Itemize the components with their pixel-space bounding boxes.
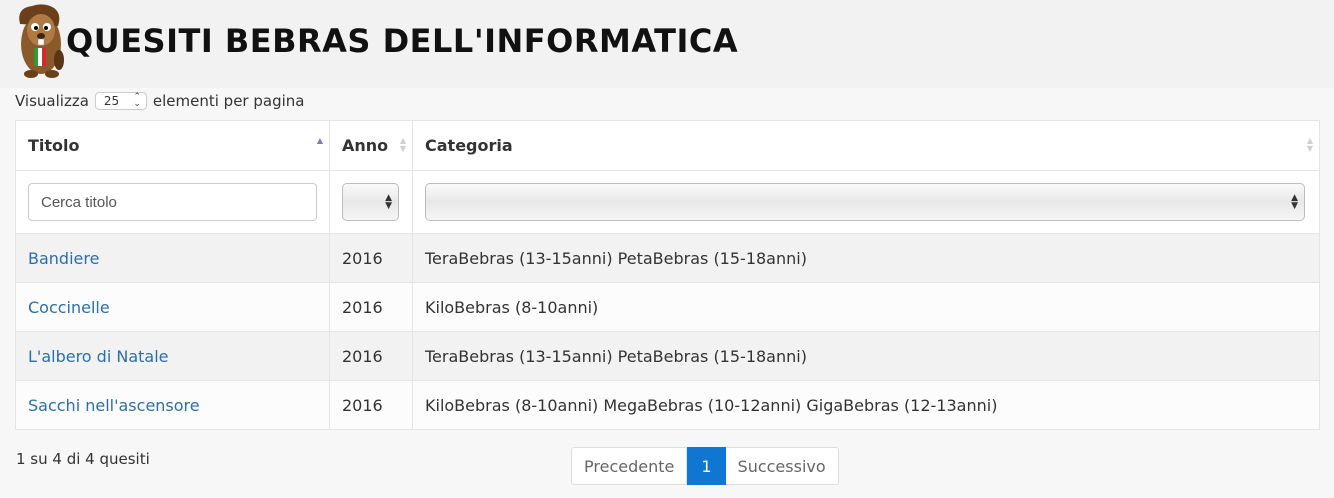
year-cell: 2016	[329, 233, 413, 283]
table-row: Bandiere 2016 TeraBebras (13-15anni) Pet…	[15, 233, 1320, 283]
year-cell: 2016	[329, 331, 413, 381]
page-1-button[interactable]: 1	[687, 447, 726, 485]
category-cell: TeraBebras (13-15anni) PetaBebras (15-18…	[412, 233, 1320, 283]
table-row: Sacchi nell'ascensore 2016 KiloBebras (8…	[15, 380, 1320, 430]
previous-page-button[interactable]: Precedente	[571, 447, 688, 485]
title-search-placeholder: Cerca titolo	[41, 193, 117, 211]
page-length-control: Visualizza 25 ⌃ ⌄ elementi per pagina	[15, 90, 304, 112]
updown-arrows-icon: ▲ ▼	[1291, 193, 1298, 211]
question-link[interactable]: Bandiere	[28, 249, 99, 268]
filter-row: Cerca titolo ▲ ▼ ▲ ▼	[15, 170, 1320, 234]
title-cell: L'albero di Natale	[15, 331, 330, 381]
year-filter-select[interactable]: ▲ ▼	[342, 183, 399, 221]
length-suffix-label: elementi per pagina	[152, 92, 305, 110]
table-row: L'albero di Natale 2016 TeraBebras (13-1…	[15, 331, 1320, 381]
year-cell: 2016	[329, 380, 413, 430]
category-filter-select[interactable]: ▲ ▼	[425, 183, 1305, 221]
questions-table: Titolo ▲ Anno ▲ ▼ Categoria ▲ ▼ Cerca tito…	[15, 120, 1320, 430]
question-link[interactable]: L'albero di Natale	[28, 347, 169, 366]
question-link[interactable]: Sacchi nell'ascensore	[28, 396, 200, 415]
length-prefix-label: Visualizza	[15, 92, 89, 110]
question-link[interactable]: Coccinelle	[28, 298, 110, 317]
column-header-titolo[interactable]: Titolo ▲	[15, 120, 330, 171]
title-filter-cell: Cerca titolo	[15, 170, 330, 234]
title-search-input[interactable]: Cerca titolo	[28, 183, 317, 221]
column-header-anno[interactable]: Anno ▲ ▼	[329, 120, 413, 171]
column-header-label: Anno	[342, 136, 389, 155]
category-cell: KiloBebras (8-10anni) MegaBebras (10-12a…	[412, 380, 1320, 430]
column-header-categoria[interactable]: Categoria ▲ ▼	[412, 120, 1320, 171]
table-header-row: Titolo ▲ Anno ▲ ▼ Categoria ▲ ▼	[15, 120, 1320, 171]
column-header-label: Categoria	[425, 136, 513, 155]
pagination: Precedente 1 Successivo	[571, 447, 839, 485]
sort-both-icon: ▲ ▼	[1306, 136, 1313, 153]
category-cell: TeraBebras (13-15anni) PetaBebras (15-18…	[412, 331, 1320, 381]
title-cell: Sacchi nell'ascensore	[15, 380, 330, 430]
category-cell: KiloBebras (8-10anni)	[412, 282, 1320, 332]
page-length-select[interactable]: 25 ⌃ ⌄	[94, 92, 147, 110]
sort-ascending-icon: ▲	[316, 136, 323, 145]
table-info: 1 su 4 di 4 quesiti	[16, 450, 150, 468]
column-header-label: Titolo	[28, 136, 80, 155]
year-cell: 2016	[329, 282, 413, 332]
updown-arrows-icon: ▲ ▼	[385, 193, 392, 211]
beaver-mascot-icon	[19, 4, 64, 78]
page-length-value: 25	[103, 94, 120, 108]
next-page-button[interactable]: Successivo	[725, 447, 839, 485]
title-cell: Bandiere	[15, 233, 330, 283]
table-row: Coccinelle 2016 KiloBebras (8-10anni)	[15, 282, 1320, 332]
year-filter-cell: ▲ ▼	[329, 170, 413, 234]
updown-arrows-icon: ⌃ ⌄	[133, 92, 141, 109]
site-header: QUESITI BEBRAS DELL'INFORMATICA	[0, 0, 1334, 88]
sort-both-icon: ▲ ▼	[399, 136, 406, 153]
title-cell: Coccinelle	[15, 282, 330, 332]
category-filter-cell: ▲ ▼	[412, 170, 1320, 234]
page-title: QUESITI BEBRAS DELL'INFORMATICA	[66, 22, 739, 60]
